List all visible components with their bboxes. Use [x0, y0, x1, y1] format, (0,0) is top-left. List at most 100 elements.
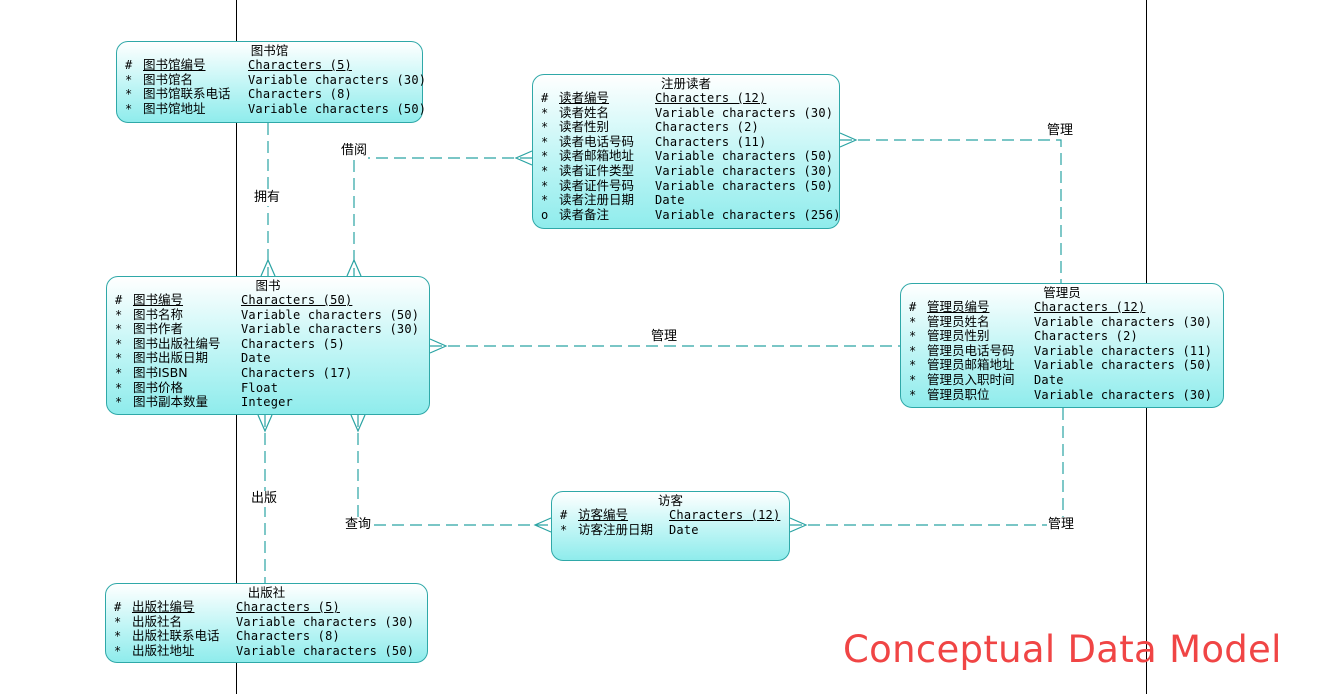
attribute-type: Variable characters (30)	[655, 163, 834, 178]
attribute-marker: *	[115, 307, 123, 322]
attribute-type: Date	[241, 351, 271, 366]
entity-book[interactable]: 图书 # 图书编号 Characters (50) * 图书名称 Variable char…	[106, 276, 430, 415]
attribute-name: 出版社编号	[132, 599, 195, 614]
attribute-row[interactable]: * 图书ISBN Characters (17)	[107, 364, 429, 381]
attribute-type: Variable characters (30)	[1034, 387, 1213, 402]
attribute-marker: *	[125, 72, 133, 87]
primary-key-row[interactable]: # 读者编号 Characters (12)	[533, 90, 839, 106]
attribute-type: Characters (17)	[241, 365, 353, 380]
attribute-row[interactable]: * 图书馆地址 Variable characters (50)	[117, 101, 426, 117]
attribute-row[interactable]: * 出版社联系电话 Characters (8)	[106, 629, 427, 644]
attribute-row[interactable]: * 读者邮箱地址 Variable characters (50)	[533, 149, 839, 164]
attribute-name: 图书ISBN	[133, 364, 188, 380]
primary-key-row[interactable]: # 访客编号 Characters (12)	[552, 507, 789, 523]
attribute-row[interactable]: * 读者证件类型 Variable characters (30)	[533, 162, 839, 179]
attribute-row[interactable]: * 管理员职位 Variable characters (30)	[901, 387, 1223, 403]
attribute-name: 图书馆联系电话	[143, 86, 231, 102]
attribute-type: Characters (11)	[655, 134, 767, 149]
attribute-row[interactable]: * 图书作者 Variable characters (30)	[107, 322, 429, 337]
attribute-row[interactable]: * 读者注册日期 Date	[533, 193, 839, 208]
attribute-row[interactable]: * 管理员电话号码 Variable characters (11)	[901, 342, 1223, 359]
attribute-name: 图书名称	[133, 306, 184, 322]
attribute-marker: #	[115, 293, 123, 307]
entity-library[interactable]: 图书馆 # 图书馆编号 Characters (5) * 图书馆名 Variable cha…	[116, 41, 426, 123]
entity-title: 图书	[255, 278, 281, 293]
entity-reader[interactable]: 注册读者 # 读者编号 Characters (12) * 读者姓名 Variable ch…	[532, 74, 840, 229]
attribute-marker: #	[909, 300, 917, 314]
attribute-marker: #	[125, 58, 133, 72]
attribute-marker: *	[909, 343, 917, 358]
attribute-name: 图书馆名	[143, 71, 194, 87]
attribute-row[interactable]: * 图书副本数量 Integer	[107, 395, 429, 410]
entity-title: 注册读者	[660, 76, 711, 91]
entity-title: 访客	[657, 493, 683, 508]
attribute-name: 图书价格	[133, 379, 184, 395]
attribute-type: Characters (8)	[236, 629, 340, 644]
attribute-row[interactable]: * 出版社地址 Variable characters (50)	[106, 642, 427, 659]
rel-label-manage-reader: 管理	[1046, 123, 1075, 139]
attribute-marker: o	[541, 207, 549, 222]
primary-key-row[interactable]: # 出版社编号 Characters (5)	[106, 599, 427, 615]
attribute-type: Characters (5)	[236, 600, 340, 614]
attribute-type: Variable characters (11)	[1034, 343, 1213, 358]
attribute-marker: *	[115, 365, 123, 380]
attribute-row[interactable]: * 读者性别 Characters (2)	[533, 120, 839, 135]
attribute-type: Date	[1034, 372, 1064, 387]
entity-publisher[interactable]: 出版社 # 出版社编号 Characters (5) * 出版社名 Variable cha…	[105, 583, 428, 663]
attribute-row[interactable]: * 读者姓名 Variable characters (30)	[533, 105, 839, 121]
rel-label-publishes: 出版	[250, 491, 279, 507]
primary-key-row[interactable]: # 管理员编号 Characters (12)	[901, 299, 1223, 315]
attribute-row[interactable]: * 管理员性别 Characters (2)	[901, 329, 1223, 344]
attribute-row[interactable]: * 读者电话号码 Characters (11)	[533, 134, 839, 150]
attribute-row[interactable]: * 管理员姓名 Variable characters (30)	[901, 314, 1223, 330]
entity-title: 管理员	[1043, 285, 1081, 300]
attribute-name: 访客编号	[578, 507, 629, 522]
attribute-type: Variable characters (30)	[655, 105, 834, 120]
attribute-type: Characters (12)	[669, 508, 781, 522]
attribute-row[interactable]: * 图书馆名 Variable characters (30)	[117, 71, 426, 88]
attribute-row[interactable]: o 读者备注 Variable characters (256)	[533, 207, 840, 223]
attribute-row[interactable]: * 读者证件号码 Variable characters (50)	[533, 178, 839, 194]
attribute-row[interactable]: * 管理员邮箱地址 Variable characters (50)	[901, 358, 1223, 373]
attribute-row[interactable]: * 出版社名 Variable characters (30)	[106, 613, 427, 630]
attribute-row[interactable]: * 图书出版社编号 Characters (5)	[107, 336, 429, 352]
attribute-marker: *	[541, 134, 549, 149]
attribute-type: Integer	[241, 395, 293, 410]
attribute-type: Characters (2)	[655, 120, 759, 135]
rel-label-manage-visitor: 管理	[1047, 517, 1076, 533]
primary-key-row[interactable]: # 图书编号 Characters (50)	[107, 292, 429, 308]
attribute-type: Date	[669, 522, 699, 537]
attribute-type: Variable characters (30)	[241, 322, 420, 337]
rel-label-borrows: 借阅	[340, 143, 369, 159]
rel-label-manage-book: 管理	[650, 329, 679, 345]
attribute-row[interactable]: * 访客注册日期 Date	[552, 522, 789, 538]
attribute-row[interactable]: * 管理员入职时间 Date	[901, 372, 1223, 388]
attribute-row[interactable]: * 图书名称 Variable characters (50)	[107, 306, 429, 323]
attribute-name: 图书副本数量	[133, 394, 209, 410]
attribute-row[interactable]: * 图书馆联系电话 Characters (8)	[117, 87, 422, 102]
attribute-type: Characters (12)	[1034, 300, 1146, 314]
attribute-name: 出版社地址	[132, 642, 195, 658]
attribute-marker: *	[115, 336, 123, 351]
attribute-marker: *	[114, 643, 122, 658]
attribute-row[interactable]: * 图书出版日期 Date	[107, 351, 429, 366]
attribute-name: 管理员电话号码	[927, 342, 1015, 358]
attribute-name: 读者证件类型	[559, 162, 635, 178]
attribute-marker: *	[115, 322, 123, 337]
attribute-marker: *	[541, 120, 549, 135]
attribute-row[interactable]: * 图书价格 Float	[107, 379, 429, 396]
attribute-marker: *	[909, 358, 917, 373]
attribute-marker: *	[114, 614, 122, 629]
attribute-name: 出版社名	[132, 613, 183, 629]
attribute-type: Variable characters (30)	[1034, 314, 1213, 329]
attribute-name: 图书馆编号	[143, 57, 206, 72]
entity-visitor[interactable]: 访客 # 访客编号 Characters (12) * 访客注册日期 Date	[551, 491, 790, 561]
attribute-marker: *	[115, 395, 123, 410]
attribute-type: Characters (50)	[241, 293, 353, 307]
attribute-marker: *	[541, 178, 549, 193]
entity-admin[interactable]: 管理员 # 管理员编号 Characters (12) * 管理员姓名 Variable c…	[900, 283, 1224, 408]
attribute-name: 读者性别	[559, 119, 610, 135]
primary-key-row[interactable]: # 图书馆编号 Characters (5)	[117, 57, 422, 73]
attribute-marker: *	[560, 522, 568, 537]
rel-line-manage-visitor	[790, 408, 1064, 526]
